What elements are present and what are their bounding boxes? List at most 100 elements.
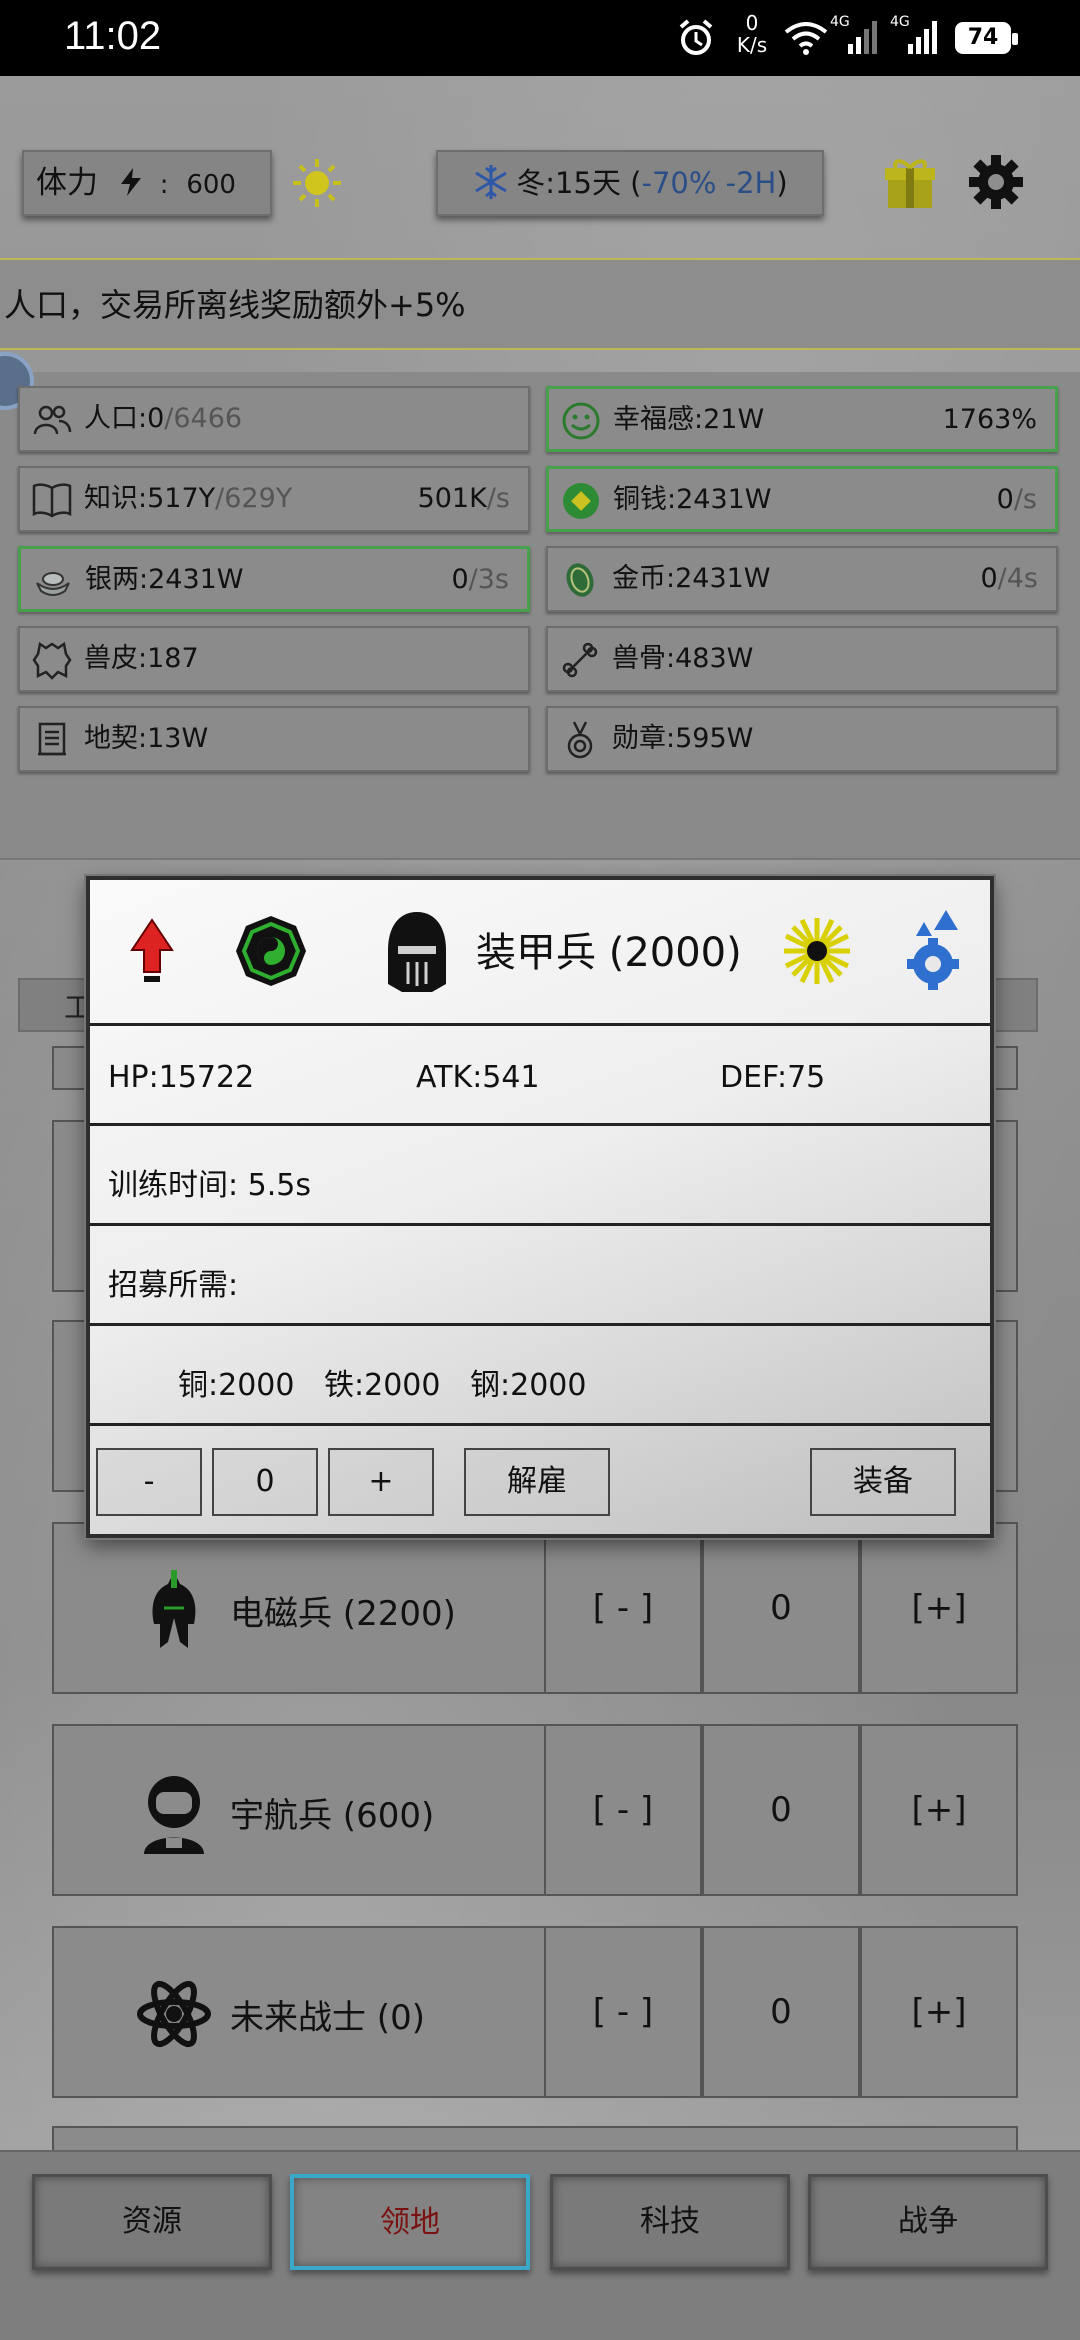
population-max: /6466 <box>164 403 243 434</box>
equip-button[interactable]: 装备 <box>810 1448 956 1516</box>
unit-row: 未来战士 (0) [ - ] 0 [+] <box>52 1926 1018 2098</box>
unit-name: 未来战士 (0) <box>230 1998 425 2038</box>
knowledge-max: /629Y <box>215 483 293 514</box>
increase-button[interactable]: [+] <box>860 1724 1018 1896</box>
medal-label: 勋章:595W <box>612 723 754 754</box>
knight-helmet-icon <box>388 912 446 992</box>
yellow-burst-icon[interactable] <box>782 916 852 986</box>
quantity-plus-button[interactable]: + <box>328 1448 434 1516</box>
unit-row: 宇航兵 (600) [ - ] 0 [+] <box>52 1724 1018 1896</box>
decrease-button[interactable]: [ - ] <box>544 1522 702 1694</box>
snowflake-icon <box>475 165 508 199</box>
unit-count: 0 <box>702 1724 860 1896</box>
season-close: ) <box>776 166 788 200</box>
resource-copper-coin: 铜钱:2431W 0/s <box>546 466 1058 532</box>
cost-copper: 铜:2000 <box>178 1368 295 1403</box>
unit-count: 0 <box>702 1522 860 1694</box>
gold-coin-icon <box>566 563 594 597</box>
season-delta: -70% -2H <box>641 166 777 200</box>
resource-bone: 兽骨:483W <box>546 626 1058 692</box>
recruit-label-row: 招募所需: <box>90 1226 990 1326</box>
dialog-title: 装甲兵 (2000) <box>476 930 742 976</box>
silver-ingot-icon <box>36 572 70 596</box>
smiley-icon <box>562 402 600 440</box>
gold-label: 金币:2431W <box>612 563 771 594</box>
stamina-panel: 体力 : 600 <box>22 150 272 216</box>
scroll-icon <box>38 722 66 756</box>
ticker-text: 人口，交易所离线奖励额外+5% <box>4 286 466 324</box>
blue-gear-upgrade-icon[interactable] <box>902 906 964 990</box>
recruit-label: 招募所需: <box>108 1268 239 1303</box>
decrease-button[interactable]: [ - ] <box>544 1724 702 1896</box>
tab-territory[interactable]: 领地 <box>290 2174 530 2270</box>
battery-icon: 74 <box>955 22 1018 54</box>
hp-stat: HP:15722 <box>108 1060 255 1095</box>
silver-rate-unit: /3s <box>468 564 509 595</box>
status-time: 11:02 <box>64 14 162 58</box>
cost-steel: 钢:2000 <box>470 1368 587 1403</box>
deed-label: 地契:13W <box>84 723 209 754</box>
gold-rate: 0 <box>980 563 998 594</box>
medal-icon <box>567 721 593 759</box>
resource-happiness: 幸福感:21W 1763% <box>546 386 1058 452</box>
silver-label: 银两:2431W <box>85 564 244 595</box>
gear-icon[interactable] <box>968 154 1024 210</box>
copper-coin-rate: 0 <box>996 484 1014 515</box>
knowledge-rate: 501K <box>417 483 487 514</box>
cost-iron: 铁:2000 <box>324 1368 441 1403</box>
knowledge-label: 知识:517Y <box>84 483 216 514</box>
tab-technology[interactable]: 科技 <box>550 2174 790 2270</box>
tab-resources[interactable]: 资源 <box>32 2174 272 2270</box>
unit-name: 宇航兵 (600) <box>230 1796 435 1836</box>
decrease-button[interactable]: [ - ] <box>544 1926 702 2098</box>
season-text: 冬:15天 ( <box>516 166 642 200</box>
dialog-header: 装甲兵 (2000) <box>90 880 990 1026</box>
resource-medal: 勋章:595W <box>546 706 1058 772</box>
quantity-minus-button[interactable]: - <box>96 1448 202 1516</box>
alarm-icon <box>679 19 713 55</box>
bone-label: 兽骨:483W <box>612 643 754 674</box>
knowledge-rate-unit: /s <box>486 483 510 514</box>
copper-coin-label: 铜钱:2431W <box>613 484 772 515</box>
stats-row: HP:15722 ATK:541 DEF:75 <box>90 1026 990 1126</box>
signal-icon <box>848 21 877 54</box>
net-speed-value: 0 <box>745 11 759 35</box>
people-icon <box>33 405 72 435</box>
stamina-label: 体力 <box>36 165 98 201</box>
happiness-rate: 1763% <box>942 404 1037 435</box>
wifi-icon <box>784 22 828 55</box>
increase-button[interactable]: [+] <box>860 1926 1018 2098</box>
copper-coin-rate-unit: /s <box>1013 484 1037 515</box>
spartan-helmet-icon <box>152 1570 196 1648</box>
resource-hide: 兽皮:187 <box>18 626 530 692</box>
bone-icon <box>562 642 598 678</box>
population-label: 人口:0 <box>84 403 165 434</box>
quantity-input[interactable]: 0 <box>212 1448 318 1516</box>
stamina-sep: : <box>159 170 169 200</box>
status-bar: 11:02 0 K/s 4G 4G 74 <box>0 0 1080 76</box>
resource-population: 人口:0/6466 <box>18 386 530 452</box>
unit-detail-dialog: 装甲兵 (2000) HP:15722 ATK:541 DEF:75 训练时间:… <box>86 876 994 1538</box>
lightning-icon <box>120 168 141 196</box>
resource-deed: 地契:13W <box>18 706 530 772</box>
green-bagua-icon[interactable] <box>234 914 308 988</box>
resource-knowledge: 知识:517Y/629Y 501K/s <box>18 466 530 532</box>
red-up-arrow-icon[interactable] <box>130 918 174 992</box>
sun-icon[interactable] <box>292 158 342 208</box>
train-time: 训练时间: 5.5s <box>108 1168 311 1203</box>
dismiss-button[interactable]: 解雇 <box>464 1448 610 1516</box>
book-icon <box>32 483 72 518</box>
gift-icon[interactable] <box>884 156 936 210</box>
tab-war[interactable]: 战争 <box>808 2174 1048 2270</box>
unit-row: 电磁兵 (2200) [ - ] 0 [+] <box>52 1522 1018 1694</box>
hide-label: 兽皮:187 <box>84 643 199 674</box>
unit-name: 电磁兵 (2200) <box>230 1594 456 1634</box>
happiness-label: 幸福感:21W <box>613 404 765 435</box>
increase-button[interactable]: [+] <box>860 1522 1018 1694</box>
unit-count: 0 <box>702 1926 860 2098</box>
stamina-value: 600 <box>186 170 236 200</box>
astronaut-icon <box>144 1776 204 1854</box>
gold-rate-unit: /4s <box>997 563 1038 594</box>
signal-icon <box>908 21 937 54</box>
recruit-cost-row: 铜:2000 铁:2000 钢:2000 <box>90 1326 990 1426</box>
